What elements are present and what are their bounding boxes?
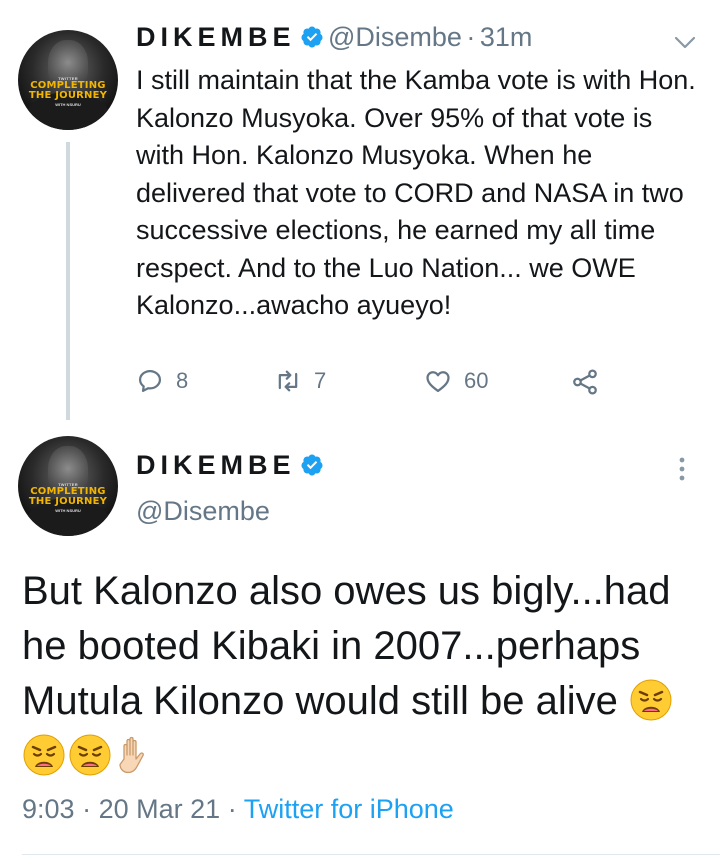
tweet-source-link[interactable]: Twitter for iPhone: [244, 794, 454, 824]
divider: [22, 854, 720, 855]
avatar-brand-text: COMPLETING THE JOURNEY: [18, 81, 118, 101]
like-count: 60: [464, 368, 489, 393]
main-display-name-row: DIKEMBE: [136, 450, 324, 481]
avatar-brand-line2: THE JOURNEY: [28, 496, 108, 507]
meta-separator: ·: [82, 794, 92, 824]
main-tweet-text: But Kalonzo also owes us bigly...had he …: [22, 564, 702, 784]
avatar-brand-line2: THE JOURNEY: [28, 90, 108, 101]
reply-icon: [138, 369, 162, 393]
main-tweet-meta: 9:03 · 20 Mar 21 · Twitter for iPhone: [22, 794, 454, 825]
chevron-down-icon[interactable]: [674, 36, 696, 50]
weary-face-icon: [69, 734, 111, 776]
tweet-date[interactable]: 20 Mar 21: [99, 794, 221, 824]
weary-face-icon: [23, 734, 65, 776]
like-button[interactable]: 60: [424, 367, 488, 395]
reply-handle[interactable]: @Disembe: [328, 22, 462, 52]
reply-separator: ·: [466, 22, 476, 52]
reply-header: DIKEMBE @Disembe · 31m: [136, 22, 532, 53]
retweet-button[interactable]: 7: [274, 367, 326, 395]
main-tweet-body: But Kalonzo also owes us bigly...had he …: [22, 569, 671, 723]
meta-separator: ·: [227, 794, 237, 824]
reply-actions-bar: 8 7 60: [136, 367, 606, 401]
avatar-brand-text: COMPLETING THE JOURNEY: [18, 487, 118, 507]
retweet-icon: [278, 370, 298, 392]
share-button[interactable]: [570, 367, 612, 397]
avatar-tagline: WITH NSURU: [55, 102, 81, 107]
reply-tweet-text: I still maintain that the Kamba vote is …: [136, 65, 696, 320]
more-vertical-icon[interactable]: [678, 456, 686, 482]
reply-time-ago[interactable]: 31m: [480, 22, 533, 52]
tweet-time[interactable]: 9:03: [22, 794, 75, 824]
main-display-name[interactable]: DIKEMBE: [136, 450, 296, 480]
reply-avatar[interactable]: TWITTER COMPLETING THE JOURNEY WITH NSUR…: [18, 30, 118, 130]
retweet-count: 7: [314, 368, 327, 393]
verified-badge-icon: [301, 26, 323, 48]
reply-button[interactable]: 8: [136, 367, 188, 395]
reply-display-name[interactable]: DIKEMBE: [136, 22, 296, 52]
weary-face-icon: [630, 679, 672, 721]
avatar-tagline: WITH NSURU: [55, 508, 81, 513]
reply-count: 8: [176, 368, 189, 393]
verified-badge-icon: [301, 454, 323, 476]
main-handle[interactable]: @Disembe: [136, 496, 270, 527]
heart-icon: [426, 371, 450, 393]
main-avatar[interactable]: TWITTER COMPLETING THE JOURNEY WITH NSUR…: [18, 436, 118, 536]
share-icon: [573, 369, 597, 395]
raised-hand-icon: [119, 736, 144, 774]
thread-connector-line: [66, 142, 70, 420]
